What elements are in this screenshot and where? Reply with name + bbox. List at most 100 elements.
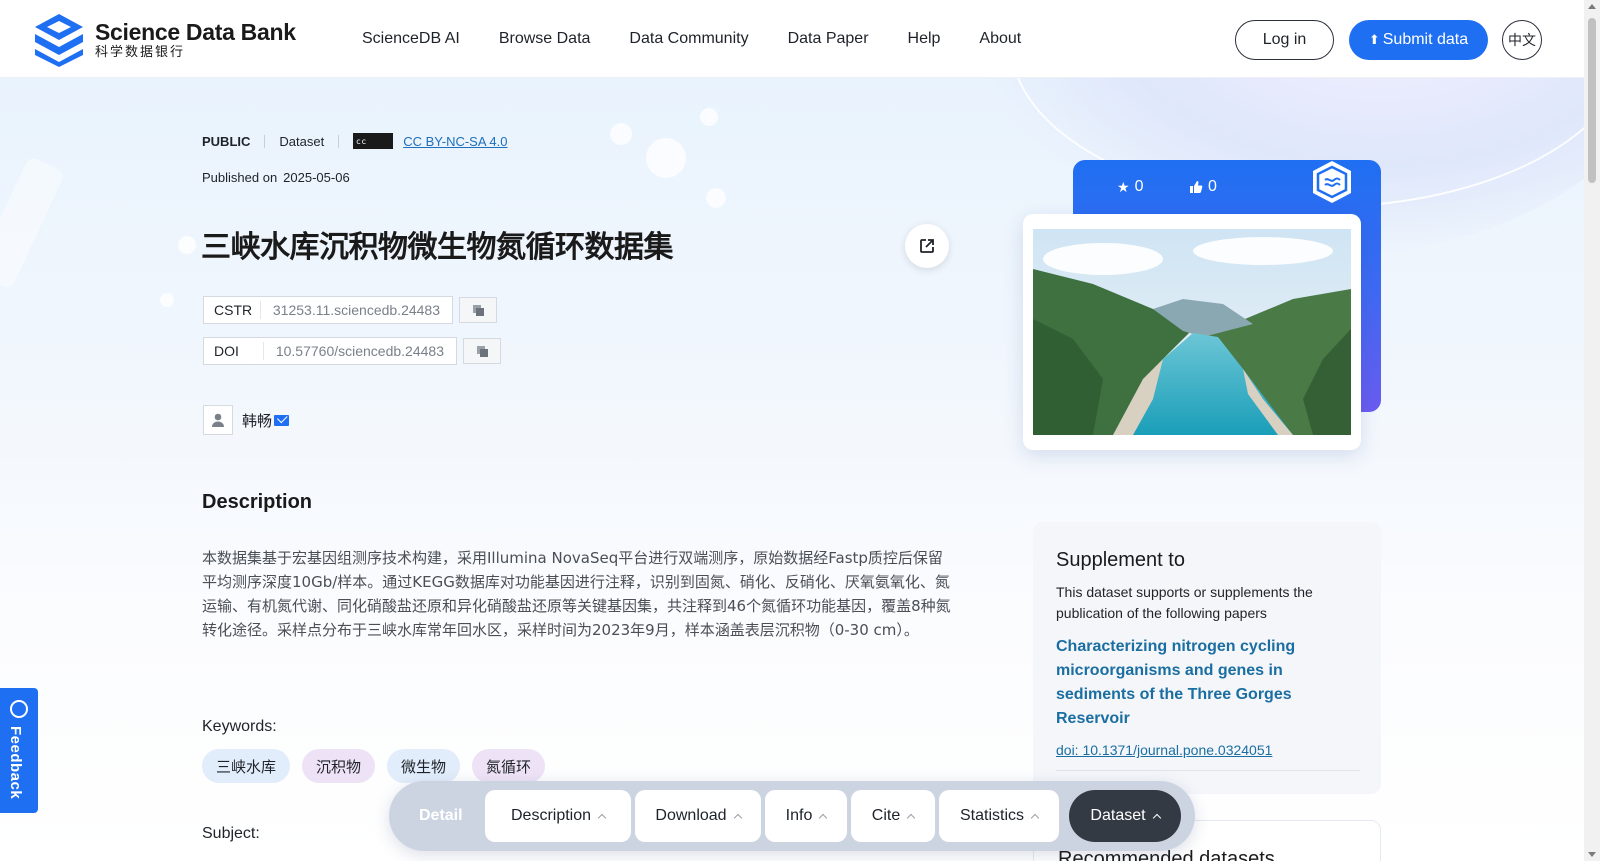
molecule-decor xyxy=(178,236,196,254)
tab-label: Description xyxy=(510,807,592,824)
divider xyxy=(264,134,266,148)
tab-label: Info xyxy=(785,807,813,824)
keyword-tag[interactable]: 三峡水库 xyxy=(202,749,291,783)
dataset-meta: PUBLIC Dataset cc CC BY-NC-SA 4.0 xyxy=(202,133,507,149)
keyword-tag[interactable]: 微生物 xyxy=(387,749,461,783)
copy-icon xyxy=(476,345,488,357)
tab-label: Download xyxy=(655,807,727,824)
feedback-label: Feedback xyxy=(7,726,24,800)
tab-statistics[interactable]: Statistics xyxy=(939,790,1059,842)
cstr-field: CSTR 31253.11.sciencedb.24483 xyxy=(203,296,453,324)
description-heading: Description xyxy=(202,491,313,513)
description-text: 本数据集基于宏基因组测序技术构建，采用Illumina NovaSeq平台进行双… xyxy=(202,549,951,639)
keywords-label: Keywords: xyxy=(202,718,277,735)
license-link[interactable]: CC BY-NC-SA 4.0 xyxy=(403,134,507,149)
access-badge: PUBLIC xyxy=(202,133,251,149)
nav-data-paper[interactable]: Data Paper xyxy=(788,30,869,48)
external-link-icon xyxy=(920,239,934,253)
tab-dataset[interactable]: Dataset xyxy=(1069,790,1181,842)
author-name[interactable]: 韩畅 xyxy=(242,410,272,431)
nav-data-community[interactable]: Data Community xyxy=(629,30,748,48)
dataset-cover-card xyxy=(1023,214,1361,450)
published-label: Published on xyxy=(202,170,278,185)
user-icon xyxy=(212,413,224,427)
supplement-doi-link[interactable]: doi: 10.1371/journal.pone.0324051 xyxy=(1056,742,1272,758)
share-button[interactable] xyxy=(905,224,949,268)
site-logo[interactable]: Science Data Bank 科学数据银行 xyxy=(31,12,296,68)
keyword-tag[interactable]: 沉积物 xyxy=(302,749,376,783)
chevron-up-icon xyxy=(819,813,828,823)
doi-label: DOI xyxy=(204,342,264,360)
chevron-up-icon xyxy=(733,813,742,823)
keyword-tag[interactable]: 氮循环 xyxy=(472,749,546,783)
tab-cite[interactable]: Cite xyxy=(851,790,935,842)
language-toggle-button[interactable]: 中文 xyxy=(1502,20,1542,60)
login-button[interactable]: Log in xyxy=(1235,20,1334,60)
logo-subtitle: 科学数据银行 xyxy=(95,45,186,60)
star-count-value: 0 xyxy=(1134,178,1144,195)
section-tabbar: Detail Description Download Info Cite St… xyxy=(389,781,1195,851)
nav-browse-data[interactable]: Browse Data xyxy=(499,30,591,48)
chevron-up-icon xyxy=(1030,813,1040,823)
submit-data-label: Submit data xyxy=(1382,31,1469,48)
subject-label: Subject: xyxy=(202,825,260,842)
science-data-bank-logo-icon xyxy=(35,14,83,67)
molecule-decor xyxy=(700,108,718,126)
thumbs-up-icon xyxy=(1190,181,1203,193)
nav-about[interactable]: About xyxy=(979,30,1021,48)
tab-label: Dataset xyxy=(1090,807,1146,824)
avatar xyxy=(203,405,233,435)
divider xyxy=(338,134,340,148)
supplement-panel: Supplement to This dataset supports or s… xyxy=(1033,522,1381,794)
cstr-value: 31253.11.sciencedb.24483 xyxy=(272,302,440,318)
doi-value: 10.57760/sciencedb.24483 xyxy=(275,343,444,359)
doi-row: DOI 10.57760/sciencedb.24483 xyxy=(203,337,501,365)
reservoir-cover-image xyxy=(1033,229,1351,435)
supplement-title: Supplement to xyxy=(1056,549,1185,571)
scroll-up-arrow-icon[interactable] xyxy=(1588,4,1596,9)
scroll-down-arrow-icon[interactable] xyxy=(1588,852,1596,857)
copy-icon xyxy=(472,304,484,316)
feedback-tab[interactable]: Feedback xyxy=(0,688,38,813)
scrollbar-thumb[interactable] xyxy=(1588,18,1596,183)
copy-cstr-button[interactable] xyxy=(459,297,497,323)
chevron-up-icon xyxy=(906,813,916,823)
published-date: Published on 2025-05-06 xyxy=(202,170,350,185)
molecule-decor xyxy=(160,293,174,307)
main-nav: ScienceDB AI Browse Data Data Community … xyxy=(362,0,1060,78)
copy-doi-button[interactable] xyxy=(463,338,501,364)
tab-description[interactable]: Description xyxy=(485,790,631,842)
like-count[interactable]: 0 xyxy=(1189,178,1217,196)
mail-icon[interactable] xyxy=(274,414,290,426)
verified-badge-icon xyxy=(1313,161,1351,203)
tab-label: Statistics xyxy=(959,807,1024,824)
nav-help[interactable]: Help xyxy=(908,30,941,48)
chevron-up-icon xyxy=(597,813,607,823)
supplement-paper-link[interactable]: Characterizing nitrogen cycling microorg… xyxy=(1056,635,1346,731)
chevron-up-icon xyxy=(1152,813,1161,823)
page-scrollbar[interactable] xyxy=(1584,0,1600,861)
tab-download[interactable]: Download xyxy=(635,790,761,842)
star-icon: ★ xyxy=(1117,178,1130,195)
molecule-decor xyxy=(610,123,632,145)
tab-info[interactable]: Info xyxy=(765,790,847,842)
resource-type: Dataset xyxy=(279,133,325,149)
molecule-decor xyxy=(0,155,66,291)
cstr-label: CSTR xyxy=(204,301,261,319)
star-count[interactable]: ★ 0 xyxy=(1117,178,1143,196)
supplement-description: This dataset supports or supplements the… xyxy=(1056,584,1313,621)
keywords-list: 三峡水库 沉积物 微生物 氮循环 xyxy=(202,749,557,783)
divider xyxy=(1056,770,1360,771)
nav-sciencedb-ai[interactable]: ScienceDB AI xyxy=(362,30,460,48)
cstr-row: CSTR 31253.11.sciencedb.24483 xyxy=(203,296,497,324)
feedback-icon xyxy=(10,700,28,718)
author-entry[interactable]: 韩畅 xyxy=(203,405,290,435)
logo-title: Science Data Bank xyxy=(95,19,296,45)
tab-label: Cite xyxy=(871,807,901,824)
published-value: 2025-05-06 xyxy=(283,170,350,185)
like-count-value: 0 xyxy=(1208,178,1217,195)
submit-data-button[interactable]: ⬆ Submit data xyxy=(1349,20,1488,60)
tab-detail[interactable]: Detail xyxy=(419,807,463,825)
molecule-decor xyxy=(646,138,686,178)
site-header: Science Data Bank 科学数据银行 ScienceDB AI Br… xyxy=(0,0,1584,78)
